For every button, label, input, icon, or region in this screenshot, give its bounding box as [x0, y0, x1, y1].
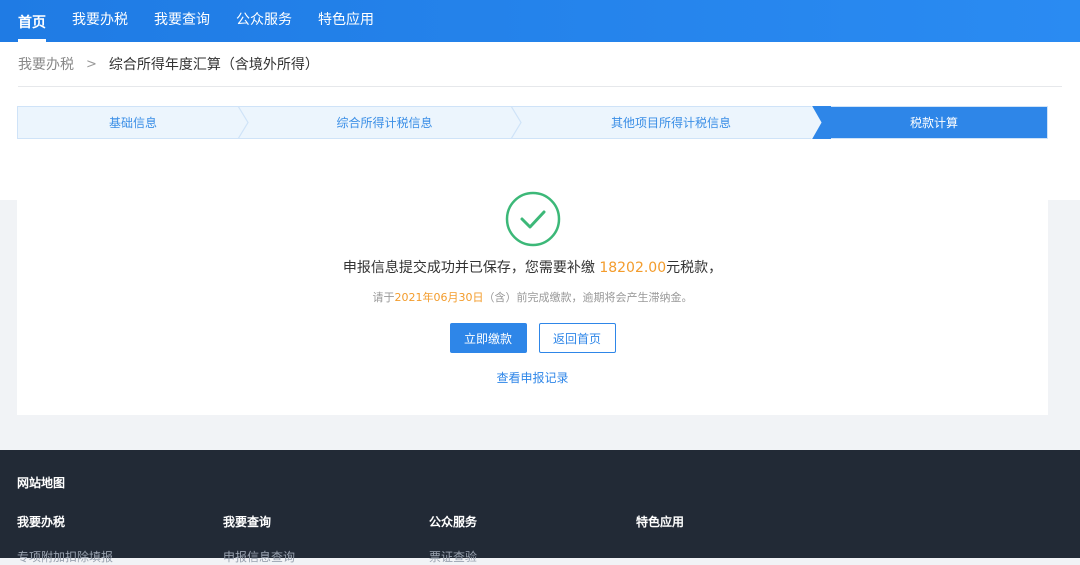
nav-query[interactable]: 我要查询: [154, 9, 210, 42]
footer-column-tax: 我要办税 专项附加扣除填报: [17, 513, 223, 565]
success-check-icon: [505, 191, 560, 247]
step-label: 其他项目所得计税信息: [610, 116, 731, 130]
step-comprehensive-income: 综合所得计税信息: [248, 106, 522, 139]
result-message: 申报信息提交成功并已保存，您需要补缴 18202.00元税款，: [343, 257, 722, 277]
pay-now-button[interactable]: 立即缴款: [449, 323, 527, 353]
breadcrumb-separator: >: [86, 56, 97, 72]
submission-result: 申报信息提交成功并已保存，您需要补缴 18202.00元税款， 请于2021年0…: [17, 159, 1048, 386]
footer-column-query: 我要查询 申报信息查询: [223, 513, 429, 565]
footer-columns: 我要办税 专项附加扣除填报 我要查询 申报信息查询 公众服务 票证查验 特色应用: [17, 513, 1063, 565]
step-label: 税款计算: [909, 116, 958, 130]
footer-link[interactable]: 专项附加扣除填报: [17, 548, 223, 565]
step-chevron-icon: [511, 106, 522, 139]
breadcrumb-area: 我要办税 > 综合所得年度汇算（含境外所得）: [0, 42, 1080, 88]
breadcrumb-current: 综合所得年度汇算（含境外所得）: [108, 57, 319, 73]
breadcrumb: 我要办税 > 综合所得年度汇算（含境外所得）: [18, 42, 1062, 87]
nav-tax-filing[interactable]: 我要办税: [72, 9, 128, 42]
view-records-link[interactable]: 查看申报记录: [496, 369, 568, 386]
nav-public-service[interactable]: 公众服务: [236, 9, 292, 42]
nav-featured-apps[interactable]: 特色应用: [318, 9, 374, 42]
footer-column-heading: 公众服务: [429, 515, 478, 529]
footer-column-heading: 我要查询: [223, 515, 272, 529]
action-buttons: 立即缴款 返回首页: [449, 323, 616, 353]
step-chevron-icon: [238, 106, 249, 139]
step-basic-info: 基础信息: [18, 106, 249, 139]
footer-link[interactable]: 申报信息查询: [223, 548, 429, 565]
step-label: 基础信息: [108, 116, 157, 130]
step-tax-calculation: 税款计算: [821, 107, 1047, 138]
footer-column-featured: 特色应用: [636, 513, 842, 565]
due-date: 2021年06月30日: [394, 291, 484, 304]
footer-column-public: 公众服务 票证查验: [429, 513, 636, 565]
step-label: 综合所得计税信息: [336, 116, 433, 130]
nav-home[interactable]: 首页: [18, 12, 46, 42]
message-suffix: 元税款，: [666, 260, 723, 276]
site-map-footer: 网站地图 我要办税 专项附加扣除填报 我要查询 申报信息查询 公众服务 票证查验…: [0, 450, 1080, 564]
top-nav: 首页 我要办税 我要查询 公众服务 特色应用: [0, 0, 1080, 42]
footer-title: 网站地图: [17, 476, 66, 490]
progress-steps: 基础信息 综合所得计税信息 其他项目所得计税信息 税款计算: [17, 106, 1048, 139]
breadcrumb-parent-link[interactable]: 我要办税: [18, 54, 74, 74]
return-home-button[interactable]: 返回首页: [538, 323, 616, 353]
result-panel: 申报信息提交成功并已保存，您需要补缴 18202.00元税款， 请于2021年0…: [17, 159, 1048, 415]
step-other-income: 其他项目所得计税信息: [521, 106, 831, 139]
footer-column-heading: 我要办税: [17, 515, 66, 529]
footer-column-heading: 特色应用: [636, 515, 685, 529]
footer-link[interactable]: 票证查验: [429, 548, 636, 565]
step-chevron-icon: [811, 106, 831, 139]
note-prefix: 请于: [372, 291, 395, 304]
payment-deadline-note: 请于2021年06月30日（含）前完成缴款，逾期将会产生滞纳金。: [373, 289, 693, 305]
tax-amount: 18202.00: [599, 260, 667, 276]
message-prefix: 申报信息提交成功并已保存，您需要补缴: [342, 260, 600, 276]
note-suffix: （含）前完成缴款，逾期将会产生滞纳金。: [483, 291, 693, 304]
